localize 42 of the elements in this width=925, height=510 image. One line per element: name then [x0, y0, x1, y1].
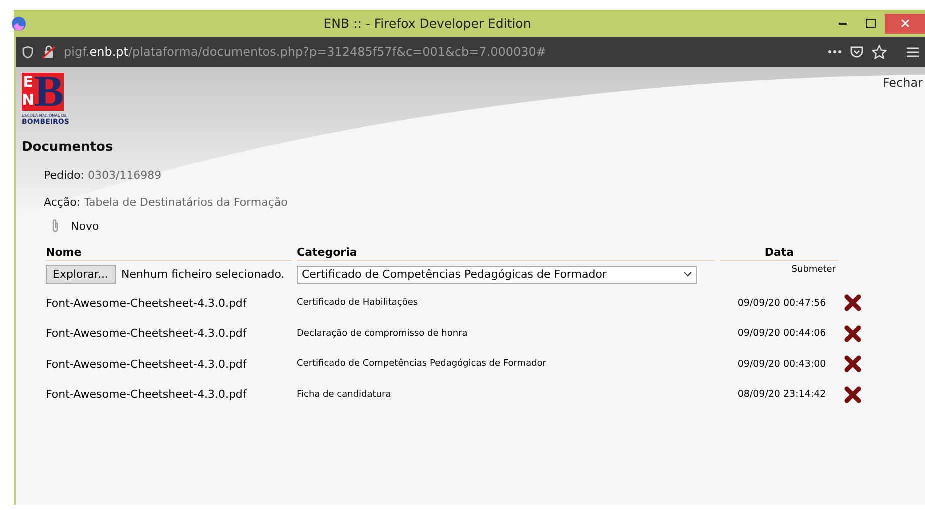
date-cell-text: 08/09/20 23:14:42: [736, 388, 828, 402]
window-title: ENB :: - Firefox Developer Edition: [322, 16, 532, 31]
close-link[interactable]: Fechar: [882, 76, 923, 90]
browser-logo-icon: [12, 16, 26, 30]
close-button[interactable]: [885, 14, 925, 34]
maximize-icon: [866, 19, 876, 28]
more-icon[interactable]: [828, 50, 842, 54]
insecure-lock-icon[interactable]: [42, 45, 56, 59]
file-name[interactable]: Font-Awesome-Cheetsheet-4.3.0.pdf: [46, 349, 297, 380]
page-title: Documentos: [22, 140, 114, 155]
delete-icon[interactable]: [844, 386, 862, 404]
category-cell-text: Certificado de Habilitações: [297, 297, 420, 310]
category-cell-text: Declaração de compromisso de honra: [297, 328, 469, 341]
caret-icon: [684, 272, 692, 277]
date-cell-text: 09/09/20 00:44:06: [736, 327, 828, 342]
delete-icon[interactable]: [844, 324, 862, 343]
file-name[interactable]: Font-Awesome-Cheetsheet-4.3.0.pdf: [46, 318, 297, 349]
file-name[interactable]: Font-Awesome-Cheetsheet-4.3.0.pdf: [46, 288, 297, 318]
minimize-icon: [839, 22, 847, 24]
star-icon[interactable]: [872, 45, 887, 59]
pocket-icon[interactable]: [850, 46, 864, 58]
close-icon: [900, 19, 910, 28]
column-header: Categoria: [297, 243, 715, 261]
field-text: Acção: Tabela de Destinatários da Formação: [44, 196, 289, 209]
submit-link[interactable]: Submeter: [720, 261, 844, 275]
paperclip-icon: [52, 219, 59, 233]
file-name[interactable]: Font-Awesome-Cheetsheet-4.3.0.pdf: [46, 380, 297, 410]
shield-icon[interactable]: [22, 46, 34, 58]
field-text: Pedido: 0303/116989: [44, 169, 163, 182]
delete-icon[interactable]: [844, 294, 862, 312]
new-link[interactable]: Novo: [71, 220, 100, 232]
category-cell-text: Certificado de Competências Pedagógicas de Formador: [297, 358, 548, 372]
column-header: Nome: [46, 243, 292, 261]
file-status: Nenhum ficheiro selecionado.: [122, 268, 285, 281]
browse-button[interactable]: Explorar...: [46, 265, 116, 284]
date-cell-text: 09/09/20 00:43:00: [736, 358, 828, 372]
category-cell-text: Ficha de candidatura: [297, 388, 392, 402]
date-cell-text: 09/09/20 00:47:56: [736, 296, 828, 311]
menu-icon[interactable]: [907, 46, 919, 58]
delete-icon[interactable]: [844, 355, 862, 374]
category-dropdown[interactable]: Certificado de Competências Pedagógicas de Formador: [297, 266, 697, 284]
column-header: Data: [720, 243, 839, 261]
